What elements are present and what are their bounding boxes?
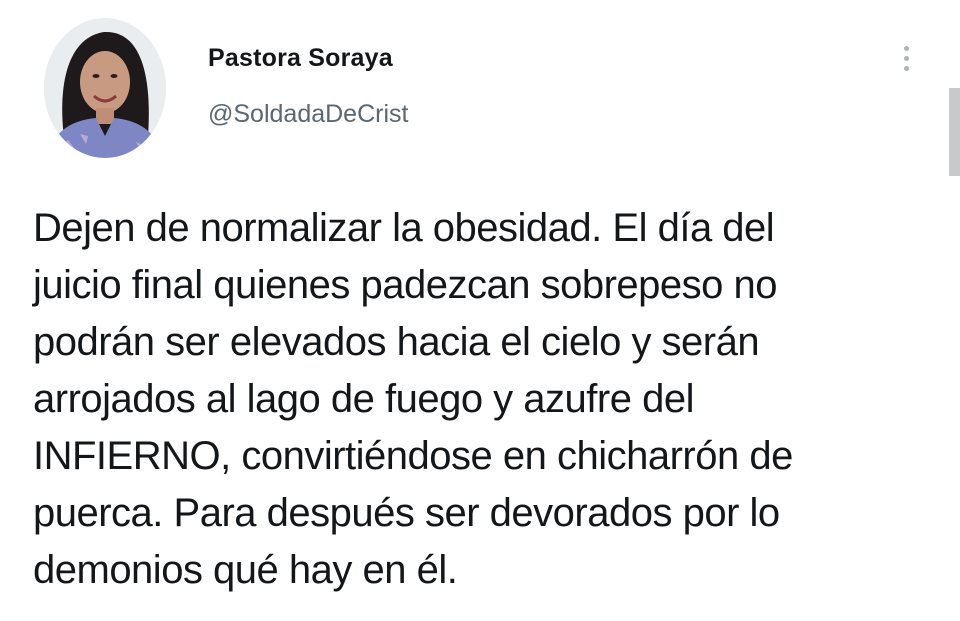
tweet-text-line: podrán ser elevados hacia el cielo y ser… <box>33 320 760 364</box>
tweet-card: Pastora Soraya @SoldadaDeCrist Dejen de … <box>0 0 960 621</box>
vertical-ellipsis-icon-dot <box>903 65 909 71</box>
author-handle[interactable]: @SoldadaDeCrist <box>208 100 408 129</box>
tweet-text-line: INFIERNO, convirtiéndose en chicharrón d… <box>33 434 793 478</box>
scrollbar-thumb[interactable] <box>949 88 960 176</box>
tweet-text-line: puerca. Para después ser devorados por l… <box>33 491 780 535</box>
tweet-text-line: demonios qué hay en él. <box>33 548 458 592</box>
tweet-text-line: Dejen de normalizar la obesidad. El día … <box>33 206 775 250</box>
vertical-ellipsis-icon <box>903 45 909 51</box>
profile-photo <box>44 18 166 158</box>
tweet-text: Dejen de normalizar la obesidad. El día … <box>33 200 938 599</box>
vertical-ellipsis-icon-dot <box>903 55 909 61</box>
avatar[interactable] <box>44 18 166 158</box>
more-options-button[interactable] <box>896 38 916 78</box>
author-display-name[interactable]: Pastora Soraya <box>208 44 393 73</box>
tweet-text-line: arrojados al lago de fuego y azufre del <box>33 377 694 421</box>
tweet-text-line: juicio final quienes padezcan sobrepeso … <box>33 263 777 307</box>
